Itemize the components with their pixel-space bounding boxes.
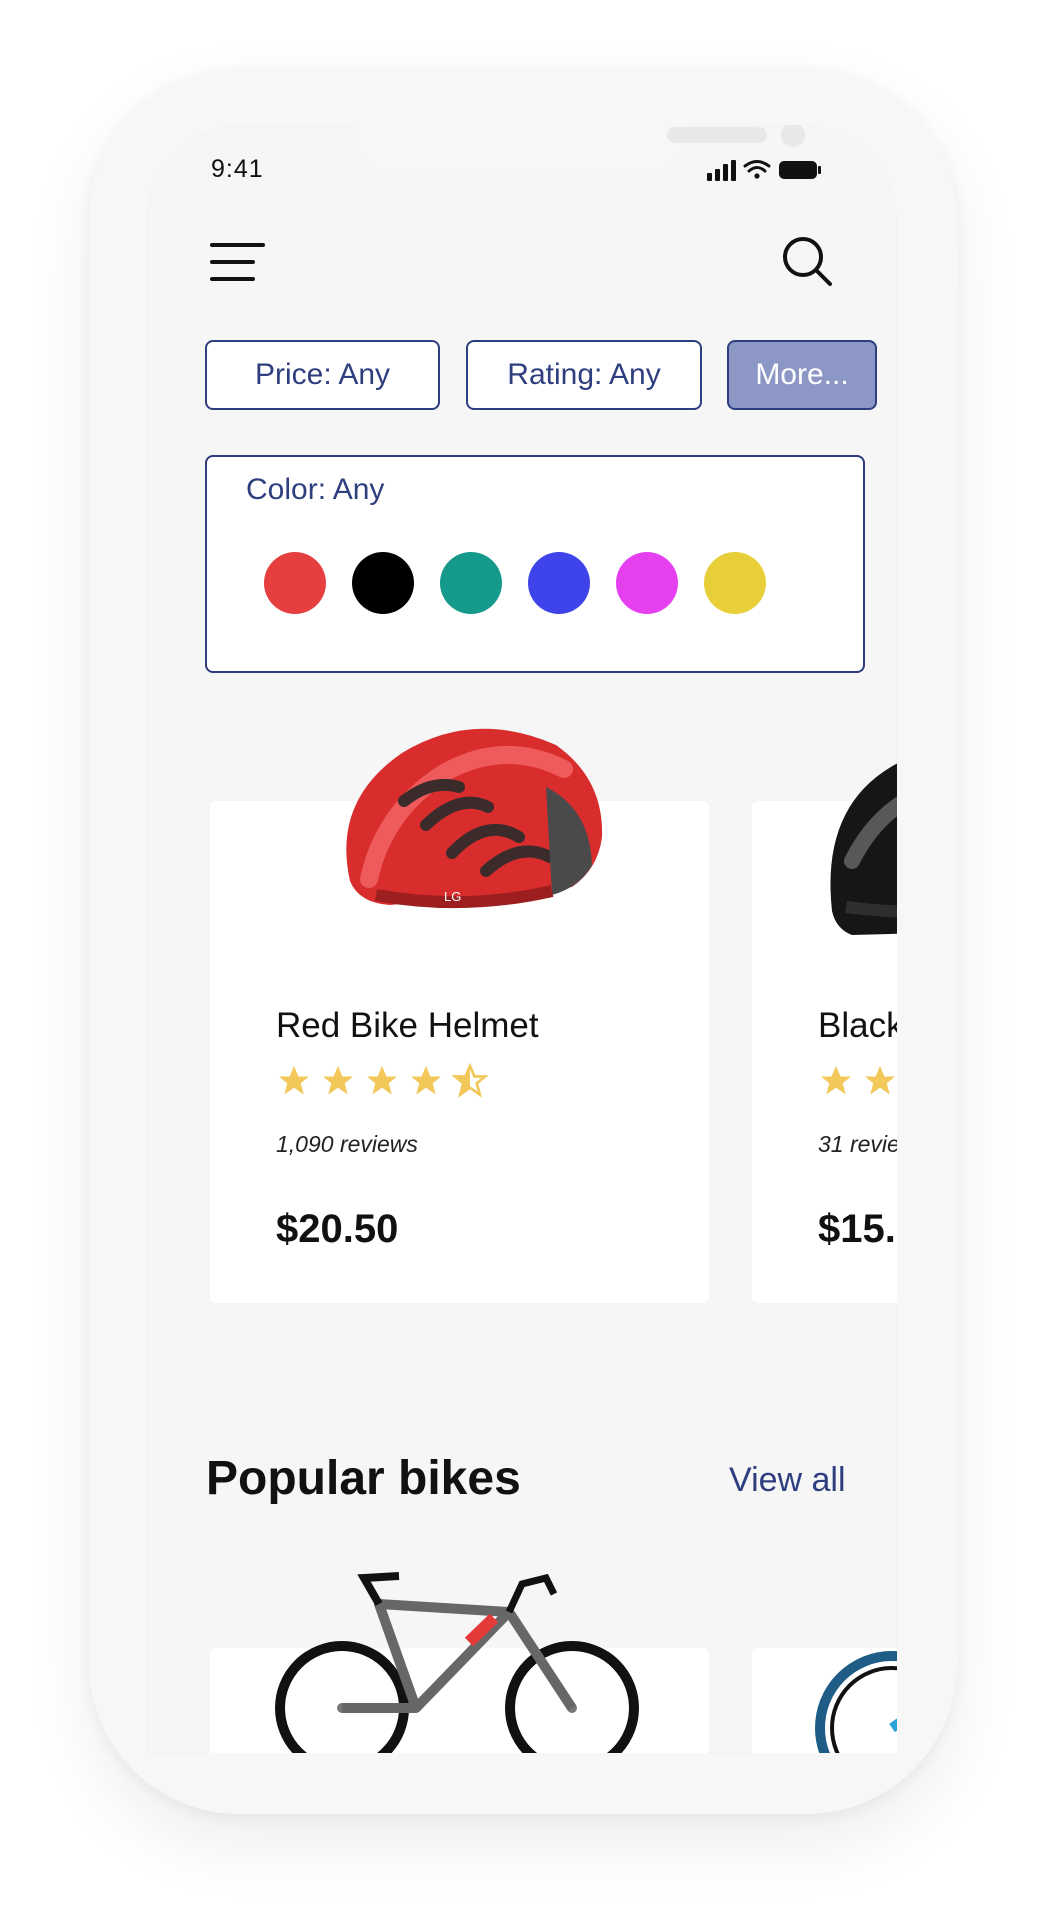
product-card-red-helmet[interactable]: LG Red Bike Helmet 1,090 reviews $20.50 [210, 728, 709, 1303]
star-icon [279, 1066, 309, 1095]
cellular-signal-icon [707, 160, 736, 181]
red-helmet-image: LG [346, 728, 603, 909]
product-name: Red Bike Helmet [276, 1006, 539, 1045]
product-name: Black [818, 1006, 897, 1045]
star-icon [821, 1066, 851, 1095]
price-filter-button[interactable]: Price: Any [205, 340, 440, 410]
bike-card-clip [752, 1648, 897, 1753]
product-card-black-helmet[interactable]: Black 31 revie $15. [752, 763, 897, 1303]
menu-button[interactable] [207, 235, 267, 291]
black-helmet-image [830, 763, 897, 935]
product-price: $20.50 [276, 1207, 399, 1251]
mountain-bike-image [815, 1651, 897, 1753]
color-swatch-teal[interactable] [440, 552, 502, 614]
view-all-link[interactable]: View all [729, 1461, 846, 1500]
search-button[interactable] [777, 231, 837, 291]
color-swatch-blue[interactable] [528, 552, 590, 614]
color-swatch-red[interactable] [264, 552, 326, 614]
review-count: 31 revie [818, 1131, 897, 1157]
svg-text:LG: LG [444, 889, 461, 904]
star-icon [367, 1066, 397, 1095]
more-filters-button[interactable]: More... [727, 340, 877, 410]
hamburger-menu-icon [210, 243, 265, 281]
popular-bikes-title: Popular bikes [206, 1452, 521, 1505]
battery-icon [779, 161, 821, 179]
wifi-icon [743, 160, 771, 179]
app-screen: 9:41 Price: Any Rating: Any More... Colo… [147, 125, 897, 1753]
phone-notch [355, 125, 805, 175]
status-icons [707, 160, 821, 181]
color-swatch-magenta[interactable] [616, 552, 678, 614]
rating-filter-button[interactable]: Rating: Any [466, 340, 702, 410]
rating-stars [818, 1063, 897, 1103]
star-icon [411, 1066, 441, 1095]
star-icon [865, 1066, 895, 1095]
bike-card-mountain-bike[interactable] [752, 1648, 897, 1753]
product-price: $15. [818, 1207, 896, 1251]
search-icon [783, 237, 832, 286]
star-icon [323, 1066, 353, 1095]
road-bike-image [275, 1572, 639, 1753]
camera [781, 125, 805, 147]
half-star-icon [452, 1063, 488, 1098]
speaker [667, 127, 767, 143]
bike-card-road-bike[interactable] [210, 1572, 709, 1753]
color-swatch-yellow[interactable] [704, 552, 766, 614]
color-swatch-black[interactable] [352, 552, 414, 614]
review-count: 1,090 reviews [276, 1131, 418, 1157]
color-filter-panel: Color: Any [205, 455, 865, 673]
status-time: 9:41 [211, 155, 264, 183]
color-filter-label: Color: Any [246, 473, 385, 506]
rating-stars [276, 1063, 488, 1103]
